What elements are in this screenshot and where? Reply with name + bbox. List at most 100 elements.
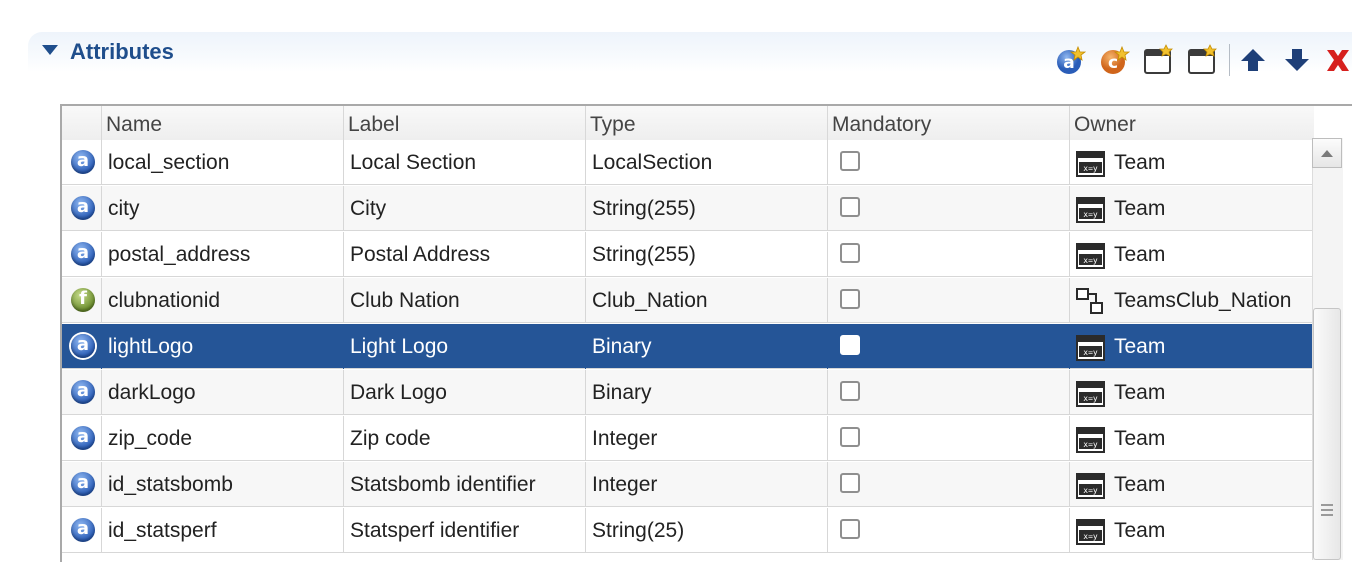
scroll-up-button[interactable] — [1312, 138, 1342, 168]
table-row[interactable]: f clubnationid Club Nation Club_Nation Teams… — [62, 278, 1312, 323]
cell-owner[interactable]: x=y Team — [1070, 462, 1312, 507]
cell-name[interactable]: id_statsperf — [102, 508, 344, 553]
window-new-icon — [1188, 44, 1217, 74]
cell-owner[interactable]: x=y Team — [1070, 416, 1312, 461]
move-down-button[interactable] — [1281, 44, 1313, 76]
svg-text:x=y: x=y — [1083, 394, 1098, 403]
foreign-key-attribute-icon: f — [71, 288, 95, 312]
table-row[interactable]: a postal_address Postal Address String(255)… — [62, 232, 1312, 277]
row-icon-cell: a — [62, 140, 102, 185]
chevron-up-icon — [1321, 150, 1333, 157]
grip-icon — [1321, 504, 1333, 516]
section-title[interactable]: Attributes — [70, 38, 174, 66]
cell-name[interactable]: postal_address — [102, 232, 344, 277]
new-item-2-button[interactable] — [1186, 44, 1218, 76]
delete-button[interactable] — [1322, 44, 1352, 76]
entity-icon: x=y — [1076, 425, 1106, 453]
cell-label[interactable]: Zip code — [344, 416, 586, 461]
attribute-icon: a — [71, 150, 95, 174]
table-row[interactable]: a zip_code Zip code Integer x=y Team — [62, 416, 1312, 461]
column-header-type[interactable]: Type — [586, 106, 828, 140]
cell-mandatory — [828, 186, 1070, 231]
mandatory-checkbox[interactable] — [840, 335, 860, 355]
entity-icon: x=y — [1076, 241, 1106, 269]
mandatory-checkbox[interactable] — [840, 427, 860, 447]
cell-name[interactable]: city — [102, 186, 344, 231]
mandatory-checkbox[interactable] — [840, 243, 860, 263]
cell-owner[interactable]: x=y Team — [1070, 140, 1312, 185]
cell-name[interactable]: lightLogo — [102, 324, 344, 369]
column-header-label[interactable]: Label — [344, 106, 586, 140]
cell-label[interactable]: Club Nation — [344, 278, 586, 323]
mandatory-checkbox[interactable] — [840, 289, 860, 309]
table-row[interactable]: a id_statsbomb Statsbomb identifier Integer… — [62, 462, 1312, 507]
owner-label: Team — [1114, 151, 1166, 174]
cell-mandatory — [828, 232, 1070, 277]
cell-type[interactable]: Binary — [586, 370, 828, 415]
cell-name[interactable]: darkLogo — [102, 370, 344, 415]
add-computed-attribute-button[interactable]: c — [1098, 44, 1131, 76]
attribute-icon: a — [71, 472, 95, 496]
window-new-icon — [1144, 44, 1173, 74]
cell-label[interactable]: Local Section — [344, 140, 586, 185]
cell-type[interactable]: LocalSection — [586, 140, 828, 185]
cell-type[interactable]: Binary — [586, 324, 828, 369]
cell-name[interactable]: id_statsbomb — [102, 462, 344, 507]
cell-type[interactable]: Integer — [586, 416, 828, 461]
table-row[interactable]: a local_section Local Section LocalSection x… — [62, 140, 1312, 185]
cell-label[interactable]: Light Logo — [344, 324, 586, 369]
svg-text:a: a — [1063, 53, 1074, 73]
cell-name[interactable]: local_section — [102, 140, 344, 185]
cell-name[interactable]: clubnationid — [102, 278, 344, 323]
entity-icon: x=y — [1076, 517, 1106, 545]
cell-type[interactable]: Integer — [586, 462, 828, 507]
cell-name[interactable]: zip_code — [102, 416, 344, 461]
table-row[interactable]: a darkLogo Dark Logo Binary x=y Team — [62, 370, 1312, 415]
new-item-button[interactable] — [1142, 44, 1174, 76]
cell-label[interactable]: Dark Logo — [344, 370, 586, 415]
cell-owner[interactable]: x=y Team — [1070, 370, 1312, 415]
cell-label[interactable]: Postal Address — [344, 232, 586, 277]
arrow-down-icon — [1285, 49, 1309, 71]
collapse-triangle-icon[interactable] — [42, 45, 58, 55]
column-header-name[interactable]: Name — [102, 106, 344, 140]
cell-type[interactable]: String(255) — [586, 186, 828, 231]
column-header-mandatory[interactable]: Mandatory — [828, 106, 1070, 140]
table-row[interactable]: a city City String(255) x=y Team — [62, 186, 1312, 231]
cell-mandatory — [828, 508, 1070, 553]
mandatory-checkbox[interactable] — [840, 151, 860, 171]
column-header-owner[interactable]: Owner — [1070, 106, 1314, 140]
cell-type[interactable]: Club_Nation — [586, 278, 828, 323]
svg-text:x=y: x=y — [1083, 164, 1098, 173]
owner-label: Team — [1114, 335, 1166, 358]
cell-mandatory — [828, 324, 1070, 369]
cell-owner[interactable]: x=y Team — [1070, 508, 1312, 553]
cell-mandatory — [828, 370, 1070, 415]
svg-text:c: c — [1108, 53, 1118, 73]
row-icon-cell: a — [62, 324, 102, 369]
move-up-button[interactable] — [1237, 44, 1269, 76]
cell-owner[interactable]: x=y Team — [1070, 324, 1312, 369]
cell-owner[interactable]: x=y Team — [1070, 186, 1312, 231]
table-row[interactable]: a lightLogo Light Logo Binary x=y Team — [62, 324, 1312, 369]
owner-label: Team — [1114, 519, 1166, 542]
add-attribute-button[interactable]: a — [1054, 44, 1087, 76]
cell-label[interactable]: Statsbomb identifier — [344, 462, 586, 507]
mandatory-checkbox[interactable] — [840, 519, 860, 539]
cell-type[interactable]: String(255) — [586, 232, 828, 277]
cell-owner[interactable]: x=y Team — [1070, 232, 1312, 277]
mandatory-checkbox[interactable] — [840, 197, 860, 217]
cell-type[interactable]: String(25) — [586, 508, 828, 553]
row-icon-cell: a — [62, 416, 102, 461]
row-icon-cell: a — [62, 232, 102, 277]
mandatory-checkbox[interactable] — [840, 473, 860, 493]
attribute-icon: a — [71, 426, 95, 450]
cell-owner[interactable]: TeamsClub_Nation — [1070, 278, 1312, 323]
owner-label: Team — [1114, 243, 1166, 266]
cell-label[interactable]: Statsperf identifier — [344, 508, 586, 553]
cell-label[interactable]: City — [344, 186, 586, 231]
row-icon-cell: a — [62, 370, 102, 415]
scrollbar-thumb[interactable] — [1313, 308, 1341, 560]
table-row[interactable]: a id_statsperf Statsperf identifier String(… — [62, 508, 1312, 553]
mandatory-checkbox[interactable] — [840, 381, 860, 401]
